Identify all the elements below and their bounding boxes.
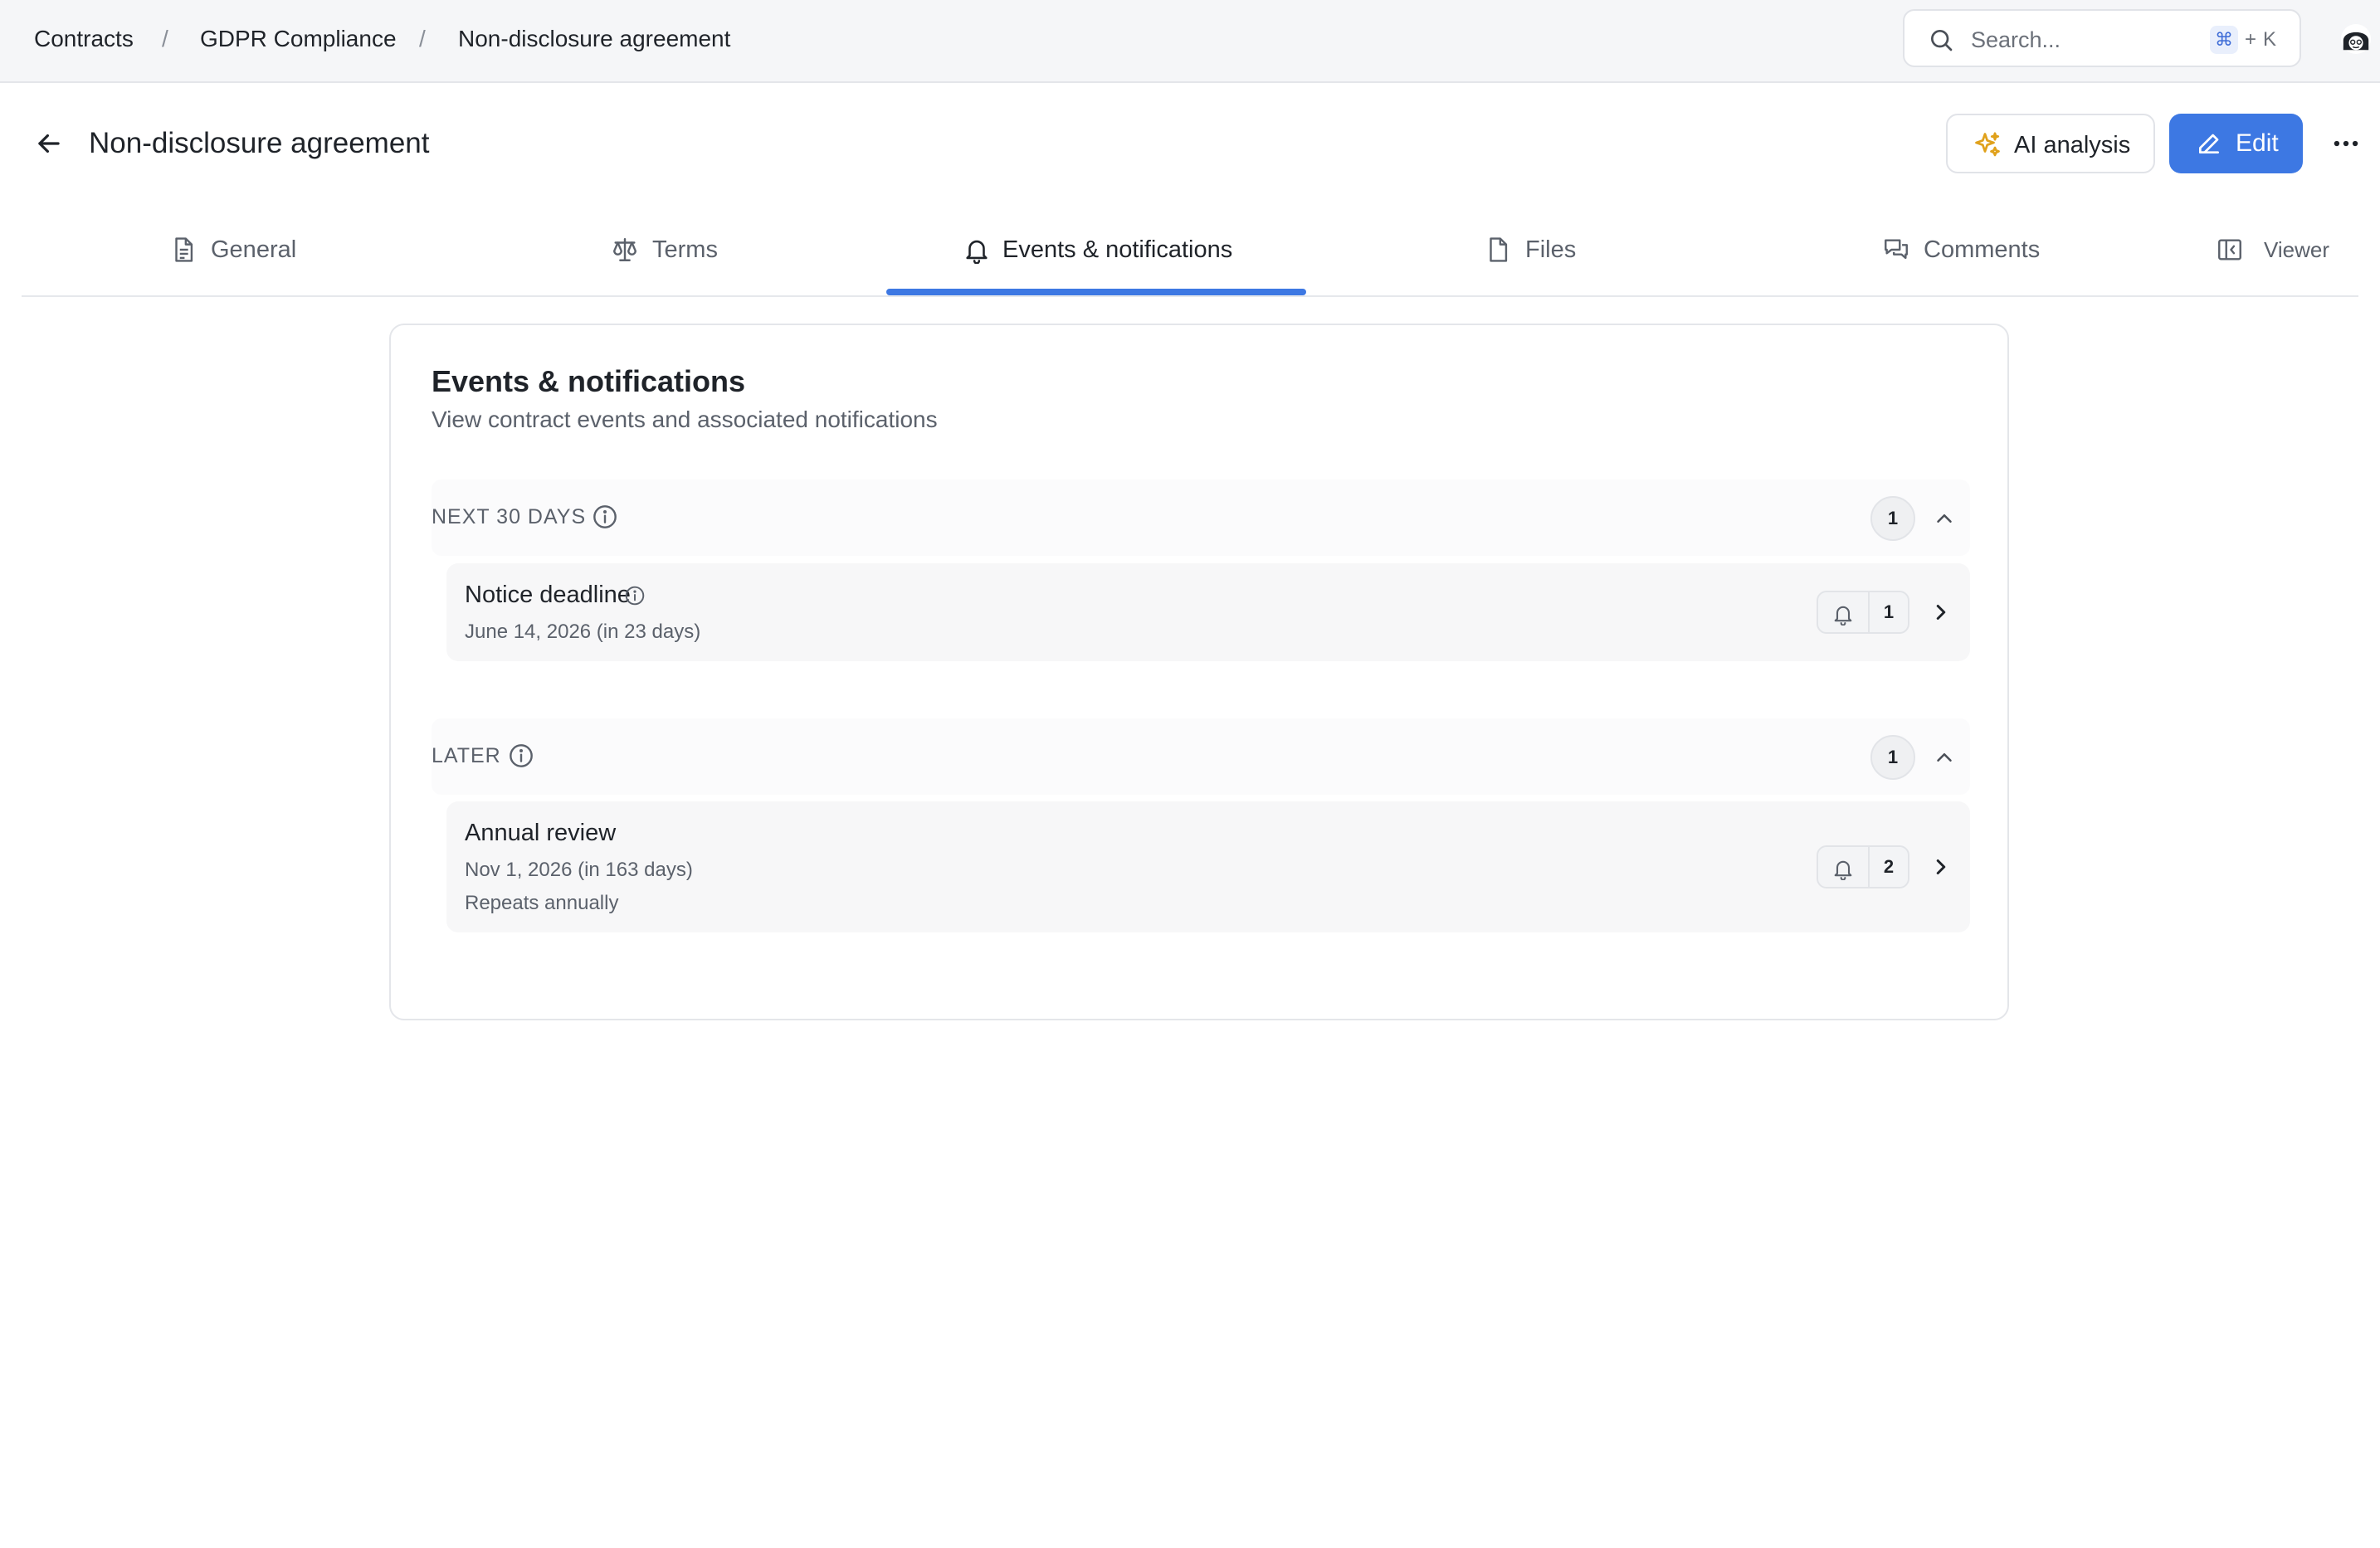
breadcrumb-separator: /: [162, 26, 168, 51]
notification-count: 2: [1883, 856, 1895, 877]
bell-icon: [966, 240, 988, 264]
tab-bar: General Terms Events & notifications Fil…: [22, 214, 2358, 297]
notification-count-badge[interactable]: 1: [1817, 591, 1909, 634]
back-arrow-icon[interactable]: [33, 128, 65, 159]
group-count-badge: 1: [1870, 735, 1915, 780]
document-icon: [175, 237, 193, 262]
tab-comments[interactable]: Comments: [1882, 214, 2081, 297]
avatar[interactable]: [2340, 23, 2372, 55]
breadcrumb-gdpr-compliance[interactable]: GDPR Compliance: [200, 25, 397, 53]
search-placeholder: Search...: [1971, 27, 2061, 52]
search-icon: [1931, 30, 1953, 51]
group-label: NEXT 30 DAYS: [432, 505, 587, 528]
tab-label: Events & notifications: [1002, 236, 1233, 263]
chevron-up-icon[interactable]: [1932, 506, 1957, 531]
shortcut-plus: +: [2245, 28, 2257, 51]
bell-icon: [1834, 606, 1852, 626]
event-row-notice-deadline[interactable]: Notice deadline June 14, 2026 (in 23 day…: [446, 563, 1970, 661]
ai-analysis-button[interactable]: AI analysis: [1946, 114, 2155, 173]
tab-label: General: [211, 236, 297, 263]
tab-events-notifications[interactable]: Events & notifications: [963, 214, 1278, 297]
tab-label: Comments: [1924, 236, 2041, 263]
more-options-icon[interactable]: [2330, 128, 2362, 159]
tab-terms[interactable]: Terms: [611, 214, 760, 297]
notification-count: 1: [1883, 601, 1895, 622]
search-input[interactable]: Search... ⌘ + K: [1903, 9, 2301, 67]
sparkles-icon: [1975, 132, 2000, 157]
edit-button[interactable]: Edit: [2169, 114, 2303, 173]
breadcrumb-contracts[interactable]: Contracts: [34, 25, 134, 53]
edit-label: Edit: [2236, 129, 2279, 157]
tab-files[interactable]: Files: [1484, 214, 1617, 297]
top-bar: Contracts / GDPR Compliance / Non-disclo…: [0, 0, 2380, 83]
info-icon[interactable]: [592, 504, 618, 530]
card-title: Events & notifications: [432, 364, 746, 398]
page-title: Non-disclosure agreement: [89, 127, 430, 159]
group-count-badge: 1: [1870, 496, 1915, 541]
bell-icon: [1834, 860, 1852, 880]
scale-icon: [613, 238, 636, 261]
event-title: Notice deadline: [465, 582, 631, 608]
event-title: Annual review: [465, 820, 617, 846]
event-date: June 14, 2026 (in 23 days): [465, 621, 701, 643]
group-header-later[interactable]: LATER 1: [432, 718, 1970, 795]
chevron-up-icon[interactable]: [1932, 745, 1957, 770]
active-tab-indicator: [886, 289, 1306, 295]
tab-general[interactable]: General: [169, 214, 344, 297]
panel-icon: [2218, 239, 2241, 260]
info-icon[interactable]: [624, 585, 646, 606]
event-date: Nov 1, 2026 (in 163 days): [465, 859, 693, 881]
breadcrumb-current: Non-disclosure agreement: [458, 26, 731, 51]
tab-label: Terms: [652, 236, 718, 263]
ai-analysis-label: AI analysis: [2014, 132, 2131, 158]
chevron-right-icon[interactable]: [1929, 600, 1953, 625]
tab-label: Viewer: [2264, 237, 2330, 262]
group-header-next-30-days[interactable]: NEXT 30 DAYS 1: [432, 479, 1970, 556]
tab-label: Files: [1525, 236, 1577, 263]
group-label: LATER: [432, 744, 501, 767]
file-icon: [1490, 237, 1508, 262]
events-card: Events & notifications View contract eve…: [389, 324, 2009, 1020]
comments-icon: [1885, 239, 1908, 260]
pencil-icon: [2199, 134, 2219, 153]
chevron-right-icon[interactable]: [1929, 854, 1953, 879]
notification-count-badge[interactable]: 2: [1817, 845, 1909, 888]
card-subtitle: View contract events and associated noti…: [432, 406, 938, 432]
shortcut-key: K: [2263, 28, 2277, 51]
info-icon[interactable]: [508, 742, 534, 769]
breadcrumb-separator: /: [419, 26, 426, 51]
search-shortcut: ⌘ + K: [2210, 25, 2276, 55]
tab-viewer[interactable]: Viewer: [2216, 214, 2355, 297]
event-row-annual-review[interactable]: Annual review Nov 1, 2026 (in 163 days) …: [446, 801, 1970, 932]
event-repeat: Repeats annually: [465, 892, 619, 914]
command-key: ⌘: [2210, 26, 2238, 54]
